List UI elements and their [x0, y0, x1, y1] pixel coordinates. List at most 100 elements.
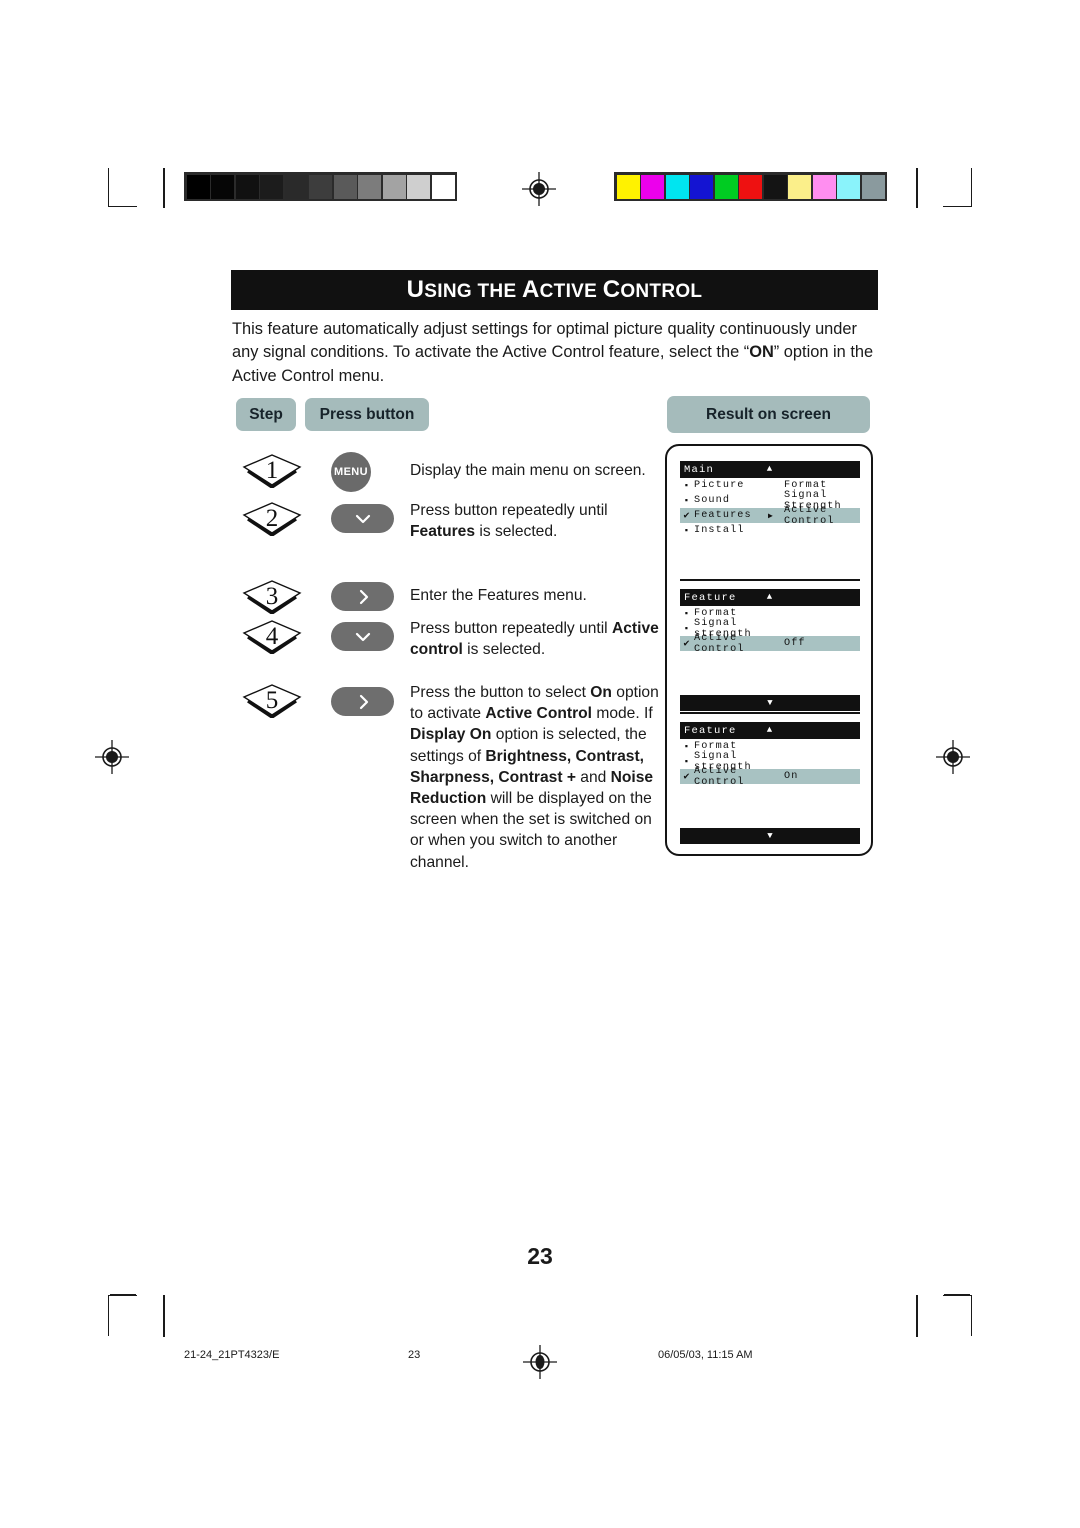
registration-target-left — [95, 740, 129, 774]
scroll-up-icon[interactable]: ▲ — [767, 465, 774, 474]
step-number-3: 3 — [265, 582, 279, 610]
page-number: 23 — [527, 1243, 553, 1269]
step-text-5-bold: Display On — [410, 726, 492, 744]
bullet-icon: ▪ — [683, 608, 691, 619]
result-on-screen-panel: Main ▲ ▪ Picture Format ▪ Sound Signal Strength… — [665, 444, 873, 856]
grayscale-patch — [333, 174, 357, 199]
chevron-right-icon: ▶ — [768, 511, 774, 521]
grayscale-patch — [284, 174, 308, 199]
scroll-down-icon[interactable]: ▼ — [680, 695, 860, 711]
color-calibration-bar — [614, 172, 887, 201]
step-badge-2: 2 — [241, 500, 303, 536]
step-number-5: 5 — [265, 686, 279, 714]
osd-panel-feature-on: Feature ▲ ▪ Format ▪ Signal strength ✔ Active C… — [680, 722, 860, 844]
color-patch — [739, 174, 762, 199]
bullet-icon: ▪ — [683, 495, 691, 506]
crop-bar-bottom-right — [916, 1295, 918, 1337]
osd-item-value: On — [784, 771, 799, 782]
menu-button-label: MENU — [334, 466, 368, 478]
step-text-5-bold: Active Control — [485, 705, 592, 723]
osd-title-bar: Feature ▲ — [680, 589, 860, 606]
page-title: USING THE ACTIVE CONTROL — [406, 276, 703, 303]
step-text-5-plain: Press the button to select — [410, 684, 591, 701]
osd-spacer — [680, 784, 860, 828]
crop-tick-right — [944, 1294, 970, 1296]
bullet-icon: ▪ — [683, 525, 691, 536]
crop-bar-bottom-left — [163, 1295, 165, 1337]
osd-panel-divider-2 — [680, 712, 860, 714]
footer-filename: 21-24_21PT4323/E — [184, 1349, 280, 1361]
registration-target-bottom — [523, 1345, 557, 1379]
color-patch — [714, 174, 738, 199]
scroll-up-icon[interactable]: ▲ — [767, 593, 774, 602]
grayscale-patch — [186, 174, 210, 199]
step-number-2: 2 — [265, 504, 279, 532]
bullet-icon: ▪ — [683, 756, 691, 767]
osd-row-list: ▪ Picture Format ▪ Sound Signal Strength ✔ Feat… — [680, 478, 860, 538]
grayscale-calibration-bar — [184, 172, 457, 201]
footer-timestamp: 06/05/03, 11:15 AM — [658, 1349, 753, 1361]
down-button-step2[interactable] — [331, 504, 394, 533]
osd-title-bar: Feature ▲ — [680, 722, 860, 739]
chevron-right-icon — [359, 694, 368, 709]
osd-title-label: Main — [684, 463, 715, 476]
intro-paragraph: This feature automatically adjust settin… — [232, 318, 880, 388]
step-text-5-plain: If — [639, 705, 653, 723]
osd-item-label: Features — [694, 510, 752, 521]
color-patch — [812, 174, 836, 199]
chevron-down-icon — [355, 514, 370, 523]
step-text-1: Display the main menu on screen. — [410, 462, 646, 479]
step-text-3: Enter the Features menu. — [410, 587, 587, 604]
osd-spacer — [680, 651, 860, 695]
grayscale-patch — [235, 174, 259, 199]
osd-menu-item[interactable]: ✔ Active Control Off — [680, 633, 860, 655]
step-badge-5: 5 — [241, 682, 303, 718]
menu-button[interactable]: MENU — [331, 452, 371, 492]
crop-mark-top-left — [108, 168, 137, 207]
color-patch — [861, 174, 885, 199]
step-number-1: 1 — [265, 456, 279, 484]
footer-page-number: 23 — [408, 1349, 421, 1361]
osd-row-list: ▪ Format ▪ Signal strength ✔ Active Control Of… — [680, 606, 860, 655]
bullet-icon: ▪ — [683, 623, 691, 634]
osd-row-list: ▪ Format ▪ Signal strength ✔ Active Control On — [680, 739, 860, 788]
scroll-down-icon[interactable]: ▼ — [680, 828, 860, 844]
osd-title-label: Feature — [684, 724, 737, 737]
right-button-step3[interactable] — [331, 582, 394, 611]
chevron-down-icon — [355, 632, 370, 641]
step-text-5-bold: On — [590, 684, 612, 701]
scroll-up-icon[interactable]: ▲ — [767, 726, 774, 735]
step-badge-1: 1 — [241, 452, 303, 488]
osd-menu-item[interactable]: ✔ Active Control On — [680, 766, 860, 788]
right-button-step5[interactable] — [331, 687, 394, 716]
osd-item-label: Install — [694, 525, 745, 536]
page-title-band: USING THE ACTIVE CONTROL — [231, 270, 878, 310]
osd-menu-item[interactable]: ▪ Install — [680, 523, 860, 538]
osd-menu-item[interactable]: ✔ Features ▶ Active Control — [680, 505, 860, 527]
crop-bar-top-left — [163, 168, 165, 208]
crop-mark-bottom-right — [943, 1295, 972, 1336]
crop-tick-left — [110, 1294, 136, 1296]
step-text-2: Press button repeatedly until Features i… — [410, 500, 668, 542]
osd-title-label: Feature — [684, 591, 737, 604]
step-badge-3: 3 — [241, 578, 303, 614]
color-patch — [641, 174, 664, 199]
check-icon: ✔ — [683, 510, 691, 522]
step-badge-4: 4 — [241, 618, 303, 654]
color-patch — [837, 174, 860, 199]
step-text-2-bold: Features — [410, 523, 476, 541]
registration-target-top — [522, 172, 556, 206]
down-button-step4[interactable] — [331, 622, 394, 651]
osd-panel-divider-1 — [680, 579, 860, 581]
osd-item-value: Off — [784, 638, 806, 649]
step-text-4-c: is selected. — [462, 641, 546, 659]
osd-item-label: Sound — [694, 495, 731, 506]
osd-panel-feature-off: Feature ▲ ▪ Format ▪ Signal strength ✔ Active C… — [680, 589, 860, 711]
header-step: Step — [236, 398, 296, 431]
osd-item-label: Active Control — [694, 632, 745, 655]
check-icon: ✔ — [683, 771, 691, 783]
osd-item-label: Picture — [694, 480, 745, 491]
step-text-5-plain: and — [575, 768, 611, 786]
header-result-on-screen: Result on screen — [667, 396, 870, 433]
step-text-4: Press button repeatedly until Active con… — [410, 618, 668, 660]
